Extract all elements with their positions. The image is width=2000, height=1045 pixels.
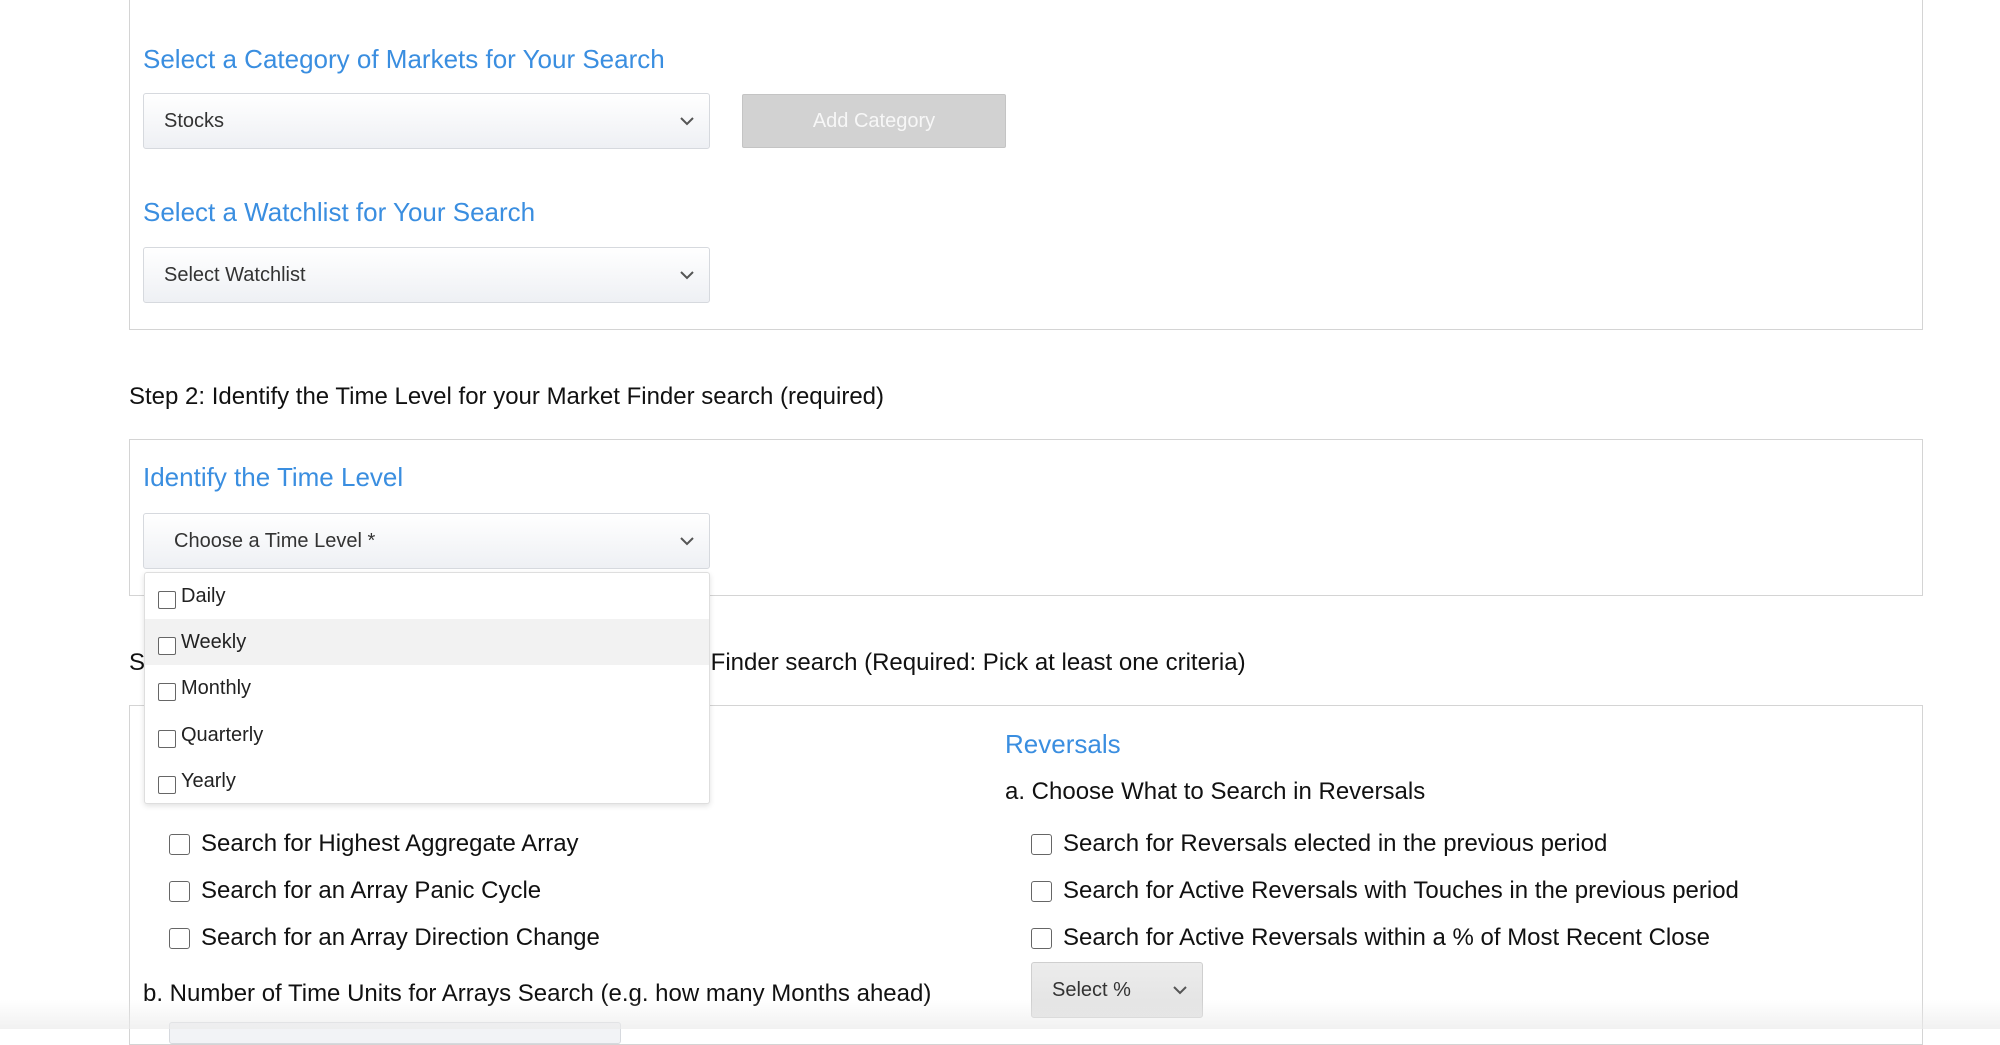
watchlist-select[interactable]: Select Watchlist — [143, 247, 710, 303]
step2-text: Identify the Time Level for your Market … — [211, 383, 885, 410]
checkbox[interactable] — [169, 833, 190, 855]
reversals-option-within-percent[interactable]: Search for Active Reversals within a % o… — [1031, 924, 1710, 952]
reversals-title: Reversals — [1005, 729, 1121, 759]
checkbox[interactable] — [169, 880, 190, 902]
time-level-dropdown: Daily Weekly Monthly Quarterly Yearly — [144, 572, 710, 804]
option-label: Monthly — [181, 676, 252, 699]
time-level-select[interactable]: Choose a Time Level * — [143, 513, 710, 569]
reversals-option-elected[interactable]: Search for Reversals elected in the prev… — [1031, 830, 1607, 858]
checkbox[interactable] — [158, 776, 176, 794]
reversals-choose-label: a. Choose What to Search in Reversals — [1005, 778, 1426, 805]
arrays-option-direction-change[interactable]: Search for an Array Direction Change — [169, 924, 600, 952]
checkbox[interactable] — [169, 927, 190, 949]
step2-heading: Step 2: Identify the Time Level for your… — [129, 383, 884, 411]
step3-heading-prefix: S — [129, 649, 146, 676]
watchlist-title: Select a Watchlist for Your Search — [143, 197, 536, 227]
arrays-option-label: Search for Highest Aggregate Array — [201, 830, 579, 857]
watchlist-select-value: Select Watchlist — [164, 263, 306, 286]
category-title: Select a Category of Markets for Your Se… — [143, 44, 665, 74]
option-label: Quarterly — [181, 723, 264, 746]
checkbox[interactable] — [1031, 880, 1052, 902]
arrays-option-highest-aggregate[interactable]: Search for Highest Aggregate Array — [169, 830, 579, 858]
time-level-option-monthly[interactable]: Monthly — [145, 665, 709, 711]
reversals-option-label: Search for Active Reversals with Touches… — [1063, 877, 1739, 904]
bottom-edge-shadow — [0, 1000, 2000, 1029]
reversals-option-touches[interactable]: Search for Active Reversals with Touches… — [1031, 877, 1739, 905]
time-level-option-yearly[interactable]: Yearly — [145, 758, 709, 804]
time-level-option-daily[interactable]: Daily — [145, 573, 709, 619]
step2-label: Step 2: — [129, 383, 206, 410]
chevron-down-icon — [680, 271, 694, 280]
time-level-option-quarterly[interactable]: Quarterly — [145, 712, 709, 758]
checkbox[interactable] — [158, 730, 176, 748]
add-category-button[interactable]: Add Category — [742, 94, 1006, 148]
checkbox[interactable] — [1031, 833, 1052, 855]
option-label: Daily — [181, 584, 226, 607]
checkbox[interactable] — [158, 637, 176, 655]
percent-select-value: Select % — [1052, 978, 1131, 1001]
category-select[interactable]: Stocks — [143, 93, 710, 149]
checkbox[interactable] — [1031, 927, 1052, 949]
category-select-value: Stocks — [164, 109, 225, 132]
arrays-option-label: Search for an Array Panic Cycle — [201, 877, 542, 904]
chevron-down-icon — [680, 537, 694, 546]
checkbox[interactable] — [158, 683, 176, 701]
chevron-down-icon — [1173, 986, 1187, 995]
reversals-option-label: Search for Active Reversals within a % o… — [1063, 924, 1710, 951]
step3-heading-text: et Finder search (Required: Pick at leas… — [684, 649, 1246, 676]
reversals-option-label: Search for Reversals elected in the prev… — [1063, 830, 1608, 857]
option-label: Weekly — [181, 630, 247, 653]
time-level-select-value: Choose a Time Level * — [174, 529, 376, 552]
chevron-down-icon — [680, 117, 694, 126]
arrays-option-label: Search for an Array Direction Change — [201, 924, 600, 951]
time-level-title: Identify the Time Level — [143, 462, 404, 492]
arrays-option-panic-cycle[interactable]: Search for an Array Panic Cycle — [169, 877, 541, 905]
checkbox[interactable] — [158, 591, 176, 609]
time-level-option-weekly[interactable]: Weekly — [145, 619, 709, 665]
option-label: Yearly — [181, 769, 236, 792]
